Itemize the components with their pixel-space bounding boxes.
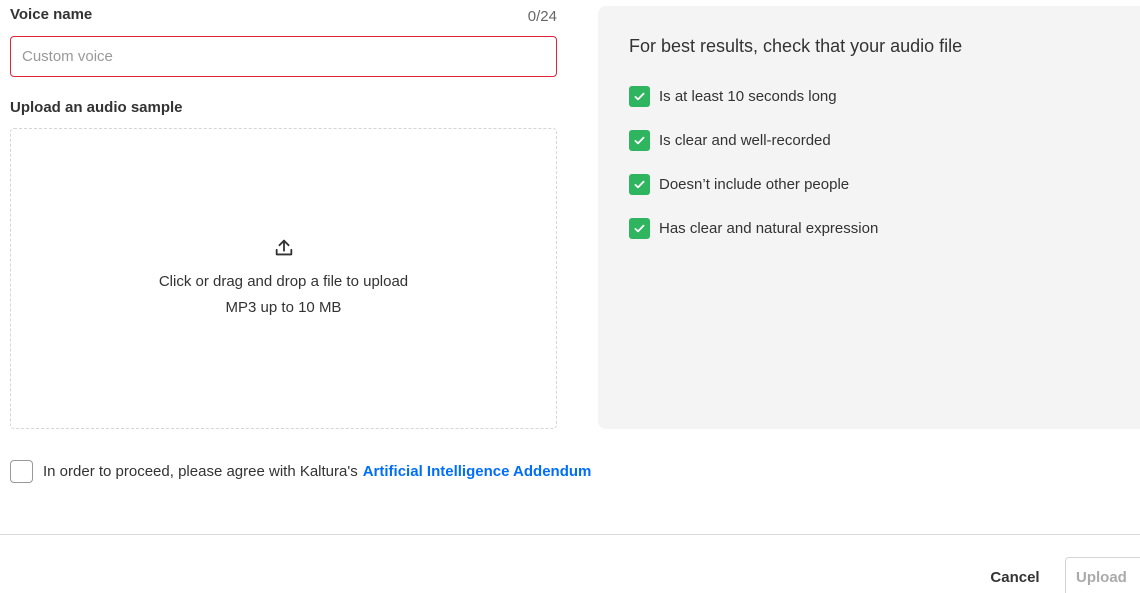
voice-name-input[interactable]	[10, 36, 557, 77]
tip-item: Doesn’t include other people	[629, 162, 1140, 206]
audio-upload-dropzone[interactable]: Click or drag and drop a file to upload …	[10, 128, 557, 429]
cancel-button[interactable]: Cancel	[976, 560, 1054, 593]
voice-name-label: Voice name	[10, 6, 93, 23]
agree-checkbox[interactable]	[10, 460, 33, 483]
upload-button[interactable]: Upload	[1065, 557, 1140, 593]
tip-item: Has clear and natural expression	[629, 206, 1140, 250]
checkmark-icon	[629, 129, 650, 151]
agreement-text: In order to proceed, please agree with K…	[43, 463, 358, 480]
create-voice-dialog: Voice name 0/24 Upload an audio sample C…	[0, 0, 1140, 593]
tip-text: Doesn’t include other people	[659, 175, 850, 193]
upload-instruction: Click or drag and drop a file to upload	[158, 272, 409, 290]
checkmark-icon	[629, 85, 650, 107]
upload-audio-label: Upload an audio sample	[10, 99, 183, 116]
tips-title: For best results, check that your audio …	[629, 36, 963, 56]
checkmark-icon	[629, 173, 650, 195]
upload-icon	[275, 239, 292, 255]
ai-addendum-agreement: In order to proceed, please agree with K…	[10, 460, 591, 483]
ai-addendum-link[interactable]: Artificial Intelligence Addendum	[363, 463, 592, 480]
tip-text: Is at least 10 seconds long	[659, 87, 837, 105]
tip-item: Is at least 10 seconds long	[629, 74, 1140, 118]
upload-file-limits: MP3 up to 10 MB	[225, 298, 342, 316]
footer-divider	[0, 534, 1140, 535]
tip-text: Is clear and well-recorded	[659, 131, 831, 149]
tip-text: Has clear and natural expression	[659, 219, 879, 237]
tip-item: Is clear and well-recorded	[629, 118, 1140, 162]
checkmark-icon	[629, 217, 650, 239]
voice-name-char-counter: 0/24	[527, 8, 557, 25]
audio-tips-panel: For best results, check that your audio …	[598, 6, 1140, 429]
